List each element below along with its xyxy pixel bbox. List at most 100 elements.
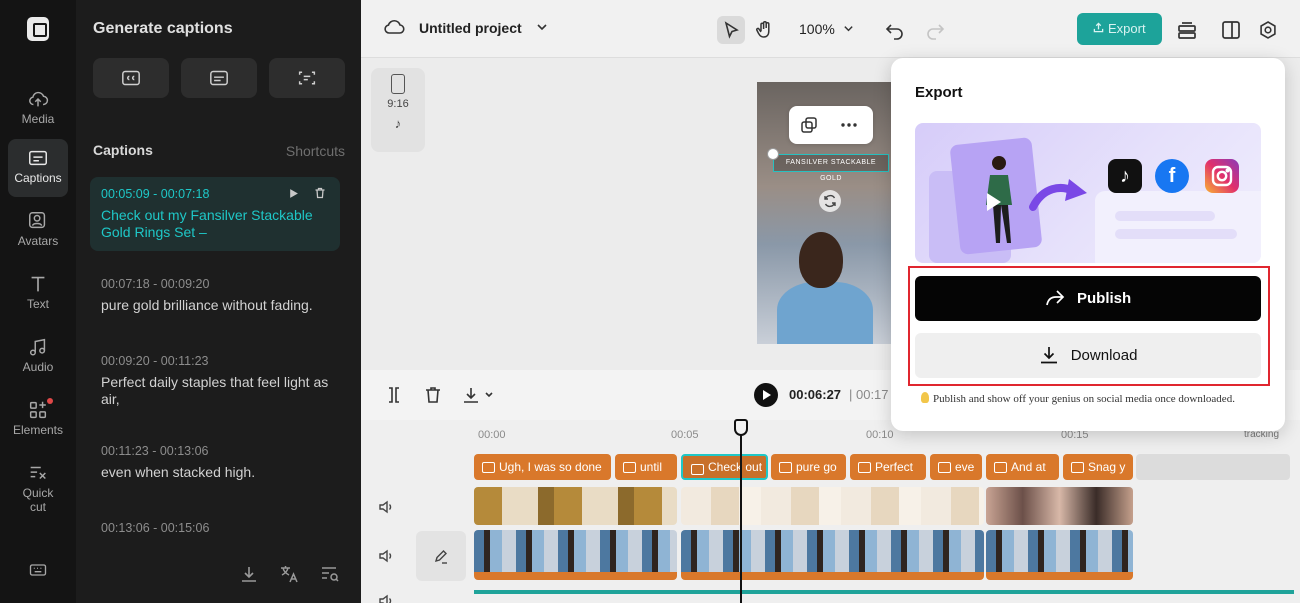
instagram-icon <box>1205 159 1239 193</box>
rail-item-media[interactable]: Media <box>8 80 68 138</box>
play-button[interactable] <box>754 383 778 407</box>
avatar-video-clip[interactable] <box>474 530 677 580</box>
video-clip[interactable] <box>986 487 1133 525</box>
playhead[interactable] <box>740 420 742 603</box>
facebook-icon: f <box>1155 159 1189 193</box>
playhead-handle[interactable] <box>734 419 748 436</box>
illustration-panel <box>1095 191 1261 263</box>
caption-text[interactable]: Perfect daily staples that feel light as… <box>101 374 329 408</box>
caption-clip[interactable]: And at <box>986 454 1059 480</box>
translate-icon[interactable] <box>279 564 299 584</box>
caption-text[interactable]: pure gold brilliance without fading. <box>101 297 329 314</box>
cc-icon <box>122 70 140 86</box>
caption-item[interactable]: 00:13:06 - 00:15:06 <box>90 521 340 535</box>
layers-icon <box>1178 22 1196 39</box>
shortcuts-link[interactable]: Shortcuts <box>286 143 345 159</box>
trash-icon[interactable] <box>422 385 444 405</box>
music-icon <box>29 338 46 356</box>
caption-text[interactable]: Check out my Fansilver Stackable Gold Ri… <box>101 207 329 241</box>
quick-cut-icon <box>30 466 46 480</box>
hand-tool-button[interactable] <box>751 16 779 44</box>
select-tool-button[interactable] <box>717 16 745 44</box>
rail-label: Elements <box>12 423 64 437</box>
audio-track-clip[interactable] <box>474 590 1294 594</box>
caption-text[interactable]: even when stacked high. <box>101 464 329 481</box>
caption-clip[interactable]: until <box>615 454 677 480</box>
scan-captions-button[interactable] <box>269 58 345 98</box>
layers-button[interactable] <box>1173 16 1201 44</box>
video-clip[interactable] <box>474 487 677 525</box>
app-logo-icon <box>27 17 49 41</box>
caption-item[interactable]: 00:07:18 - 00:09:20 pure gold brilliance… <box>90 277 340 314</box>
caption-clip[interactable]: pure go <box>771 454 846 480</box>
caption-clip[interactable]: Snag y <box>1063 454 1133 480</box>
edit-track-button[interactable] <box>416 531 466 581</box>
search-replace-icon[interactable] <box>320 564 340 584</box>
download-dropdown-icon[interactable] <box>461 385 497 405</box>
rotate-handle[interactable] <box>819 190 841 212</box>
export-button[interactable]: Export <box>1077 13 1162 45</box>
video-clip[interactable] <box>681 487 984 525</box>
upload-icon <box>1094 22 1104 33</box>
lightbulb-icon <box>921 392 929 403</box>
caption-actions <box>288 187 326 202</box>
aspect-ratio-button[interactable]: 9:16 ♪ <box>371 68 425 152</box>
chevron-down-icon <box>844 26 853 32</box>
auto-captions-button[interactable] <box>93 58 169 98</box>
hand-icon <box>756 21 770 38</box>
trash-icon[interactable] <box>314 187 326 199</box>
keyboard-icon[interactable] <box>28 560 48 580</box>
split-icon[interactable] <box>383 385 405 405</box>
caption-item[interactable]: 00:09:20 - 00:11:23 Perfect daily staple… <box>90 354 340 408</box>
export-label: Export <box>1108 21 1146 36</box>
rail-label: Text <box>26 297 49 311</box>
caption-clip[interactable]: Perfect <box>850 454 926 480</box>
timeline-tracks: 00:00 00:05 00:10 00:15 tracking Ugh, I … <box>361 420 1300 603</box>
caption-clip[interactable]: eve <box>930 454 982 480</box>
rail-item-quick-cut[interactable]: Quick cut <box>8 454 68 522</box>
rail-item-text[interactable]: Text <box>8 265 68 323</box>
export-tip: Publish and show off your genius on soci… <box>921 392 1235 405</box>
chevron-down-icon[interactable] <box>536 21 548 33</box>
illustration-line <box>1115 229 1237 239</box>
split-view-button[interactable] <box>1217 16 1245 44</box>
captions-panel: Generate captions Captions Shortcuts 00:… <box>76 0 361 603</box>
subtitle-overlay[interactable]: FANSILVER STACKABLE GOLD <box>773 154 889 182</box>
cursor-icon <box>724 21 739 39</box>
manual-captions-button[interactable] <box>181 58 257 98</box>
caption-item[interactable]: 00:11:23 - 00:13:06 even when stacked hi… <box>90 444 340 481</box>
settings-button[interactable] <box>1254 16 1282 44</box>
rail-label: Quick <box>22 486 54 500</box>
caption-clip-selected[interactable]: Check out m <box>681 454 768 480</box>
resize-handle[interactable] <box>767 148 779 160</box>
caption-item-active[interactable]: 00:05:09 - 00:07:18 Check out my Fansilv… <box>90 177 340 251</box>
project-name[interactable]: Untitled project <box>384 19 548 36</box>
redo-button[interactable] <box>921 16 949 44</box>
more-icon[interactable] <box>839 115 859 135</box>
rail-item-elements[interactable]: Elements <box>8 391 68 449</box>
rail-item-captions[interactable]: Captions <box>8 139 68 197</box>
avatar-video-clip[interactable] <box>986 530 1133 580</box>
zoom-dropdown[interactable]: 100% <box>799 21 854 37</box>
caption-time: 00:11:23 - 00:13:06 <box>101 444 209 458</box>
duplicate-icon[interactable] <box>799 115 819 135</box>
download-captions-icon[interactable] <box>239 564 259 584</box>
speaker-icon[interactable] <box>377 592 395 603</box>
rail-label: Audio <box>22 360 54 374</box>
avatar-video-clip[interactable] <box>681 530 984 580</box>
caption-clip[interactable]: Ugh, I was so done <box>474 454 611 480</box>
play-icon <box>987 193 1001 211</box>
play-icon[interactable] <box>288 188 299 199</box>
undo-button[interactable] <box>881 16 909 44</box>
speaker-icon[interactable] <box>377 547 395 565</box>
rail-item-audio[interactable]: Audio <box>8 328 68 386</box>
cloud-upload-icon <box>29 91 49 107</box>
speaker-icon[interactable] <box>377 498 395 516</box>
speaker-figure <box>799 232 843 288</box>
subtitle-icon <box>210 70 228 86</box>
caption-time: 00:07:18 - 00:09:20 <box>101 277 210 291</box>
notification-dot <box>47 398 53 404</box>
modal-title: Export <box>915 84 963 101</box>
captions-icon <box>29 150 47 166</box>
rail-item-avatars[interactable]: Avatars <box>8 202 68 260</box>
